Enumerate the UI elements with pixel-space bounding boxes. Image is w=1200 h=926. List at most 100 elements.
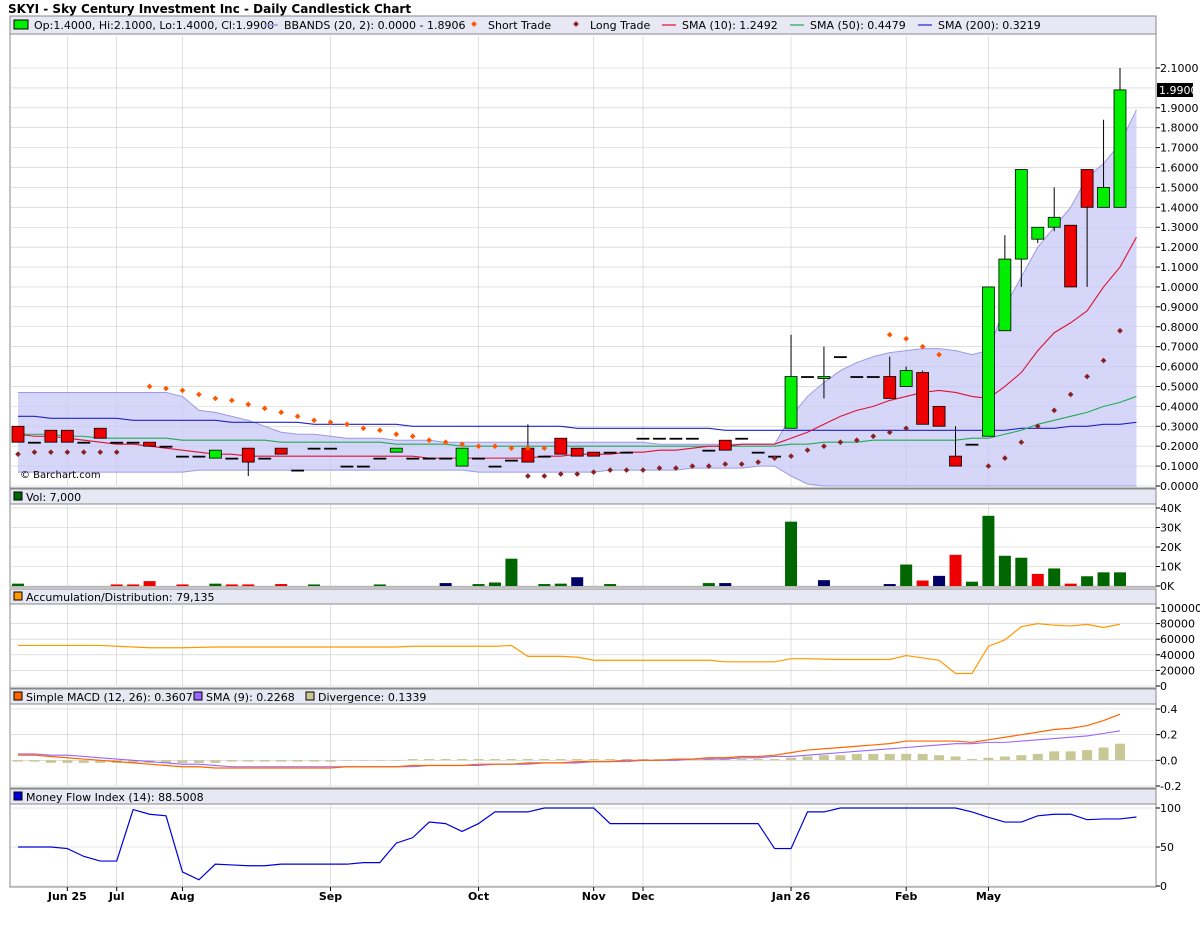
- divergence-bar: [457, 759, 468, 761]
- legend-label-0: Op:1.4000, Hi:2.1000, Lo:1.4000, Cl:1.99…: [34, 19, 274, 32]
- candle-body: [11, 425, 25, 443]
- macd-tick-label: 0.2: [1160, 729, 1178, 742]
- price-tick-label: 0.6000: [1160, 361, 1199, 374]
- candle-body: [949, 455, 962, 467]
- candle-body: [439, 457, 453, 460]
- candle-body: [143, 441, 156, 447]
- divergence-bar: [572, 759, 583, 761]
- candle-body: [373, 457, 387, 460]
- candle-body: [1014, 169, 1028, 260]
- ad-tick-label: 20000: [1160, 664, 1195, 677]
- divergence-bar: [539, 759, 550, 761]
- divergence-bar: [473, 759, 484, 761]
- candle-body: [472, 457, 485, 460]
- divergence-bar: [325, 760, 336, 762]
- price-tick-label: 1.9000: [1160, 102, 1199, 115]
- divergence-bar: [259, 760, 270, 762]
- candle-body: [883, 376, 897, 399]
- macd-sma-legend-icon: [193, 691, 203, 701]
- divergence-legend-label: Divergence: 0.1339: [318, 691, 426, 704]
- candle-body: [1031, 226, 1045, 240]
- volume-bar: [505, 558, 518, 586]
- price-tick-label: 0.2000: [1160, 440, 1199, 453]
- candle-body: [718, 439, 732, 451]
- candle-body: [685, 437, 699, 440]
- volume-axis: 0K 10K 20K 30K 40K: [1156, 502, 1182, 593]
- mfi-legend-label: Money Flow Index (14): 88.5008: [26, 791, 204, 804]
- candle-body: [1047, 216, 1061, 228]
- candle-body: [307, 447, 321, 450]
- candle-body: [653, 437, 666, 440]
- divergence-bar: [884, 753, 895, 761]
- ad-legend-icon: [13, 591, 23, 601]
- volume-tick-label: 20K: [1160, 541, 1182, 554]
- candle-body: [965, 443, 979, 446]
- divergence-bar: [506, 759, 517, 761]
- divergence-bar: [489, 759, 500, 761]
- volume-bar: [242, 584, 255, 586]
- date-tick-label: May: [976, 890, 1001, 903]
- volume-bar: [209, 583, 222, 586]
- divergence-bar: [522, 759, 533, 761]
- divergence-bar: [243, 760, 254, 762]
- candle-body: [28, 441, 41, 444]
- date-tick-label: Jun 25: [47, 890, 87, 903]
- chart-title: SKYI - Sky Century Investment Inc - Dail…: [8, 2, 411, 16]
- macd-legend-label: Simple MACD (12, 26): 0.3607: [26, 691, 193, 704]
- candle-body: [324, 447, 337, 450]
- candle-body: [603, 451, 617, 454]
- volume-tick-label: 40K: [1160, 502, 1182, 515]
- candle-body: [192, 455, 206, 458]
- candle-body: [44, 429, 58, 443]
- candle-body: [241, 447, 255, 463]
- volume-bar: [719, 583, 732, 586]
- divergence-bar: [802, 756, 813, 761]
- price-tick-label: 1.1000: [1160, 261, 1199, 274]
- macd-tick-label: 0.4: [1160, 703, 1178, 716]
- volume-bar: [1048, 568, 1061, 586]
- volume-bar: [1031, 573, 1044, 586]
- price-tick-label: 1.0000: [1160, 281, 1199, 294]
- volume-bar: [12, 583, 24, 586]
- candle-body: [488, 465, 502, 468]
- divergence-bar: [753, 759, 764, 761]
- divergence-bar: [407, 759, 418, 761]
- candle-body: [455, 447, 469, 467]
- legend-label-3: Long Trade: [590, 19, 650, 32]
- volume-bar: [949, 554, 962, 586]
- date-tick-label: Oct: [468, 890, 489, 903]
- candle-body: [702, 449, 716, 452]
- volume-bar: [571, 577, 584, 586]
- candle-body: [801, 376, 814, 378]
- volume-bar: [604, 584, 617, 586]
- volume-bar: [1097, 572, 1110, 586]
- volume-bar: [275, 584, 288, 586]
- volume-tick-label: 10K: [1160, 561, 1182, 574]
- date-tick-label: Feb: [895, 890, 918, 903]
- candle-body: [1080, 169, 1094, 208]
- legend-label-5: SMA (50): 0.4479: [810, 19, 906, 32]
- divergence-bar: [226, 760, 237, 762]
- volume-bar: [373, 584, 386, 586]
- date-tick-label: Dec: [631, 890, 654, 903]
- candle-body: [735, 437, 749, 440]
- divergence-bar: [177, 760, 188, 763]
- candle-body: [60, 429, 74, 443]
- divergence-bar: [1049, 751, 1060, 761]
- candle-body: [850, 376, 864, 378]
- candle-body: [620, 451, 633, 454]
- price-tick-label: 0.0000: [1160, 480, 1199, 493]
- candle-body: [570, 447, 584, 457]
- volume-bar: [538, 584, 551, 586]
- divergence-bar: [901, 753, 912, 761]
- candle-body: [505, 459, 518, 462]
- macd-tick-label: -0.2: [1160, 780, 1181, 793]
- ad-panel: Accumulation/Distribution: 79,135 0 20000…: [9, 588, 1200, 693]
- volume-tick-label: 0K: [1160, 580, 1175, 593]
- price-tick-label: 1.6000: [1160, 162, 1199, 175]
- candle-body: [274, 447, 288, 455]
- mfi-axis: 0 50 100: [1156, 802, 1181, 893]
- legend-label-2: Short Trade: [488, 19, 551, 32]
- candle-body: [422, 457, 436, 460]
- divergence-bar: [605, 759, 616, 761]
